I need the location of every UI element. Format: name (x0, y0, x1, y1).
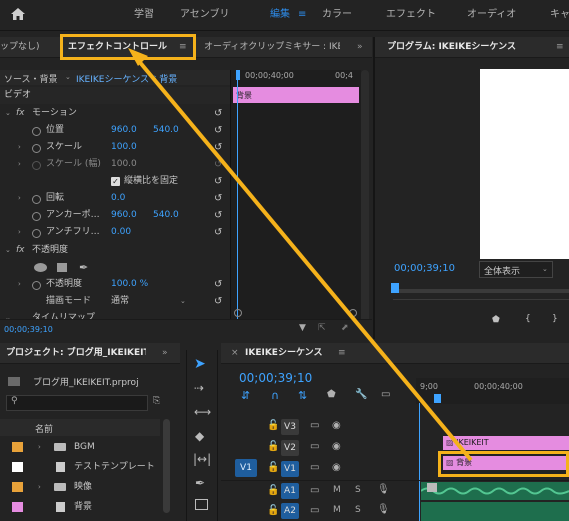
annotation-arrow (128, 48, 473, 462)
